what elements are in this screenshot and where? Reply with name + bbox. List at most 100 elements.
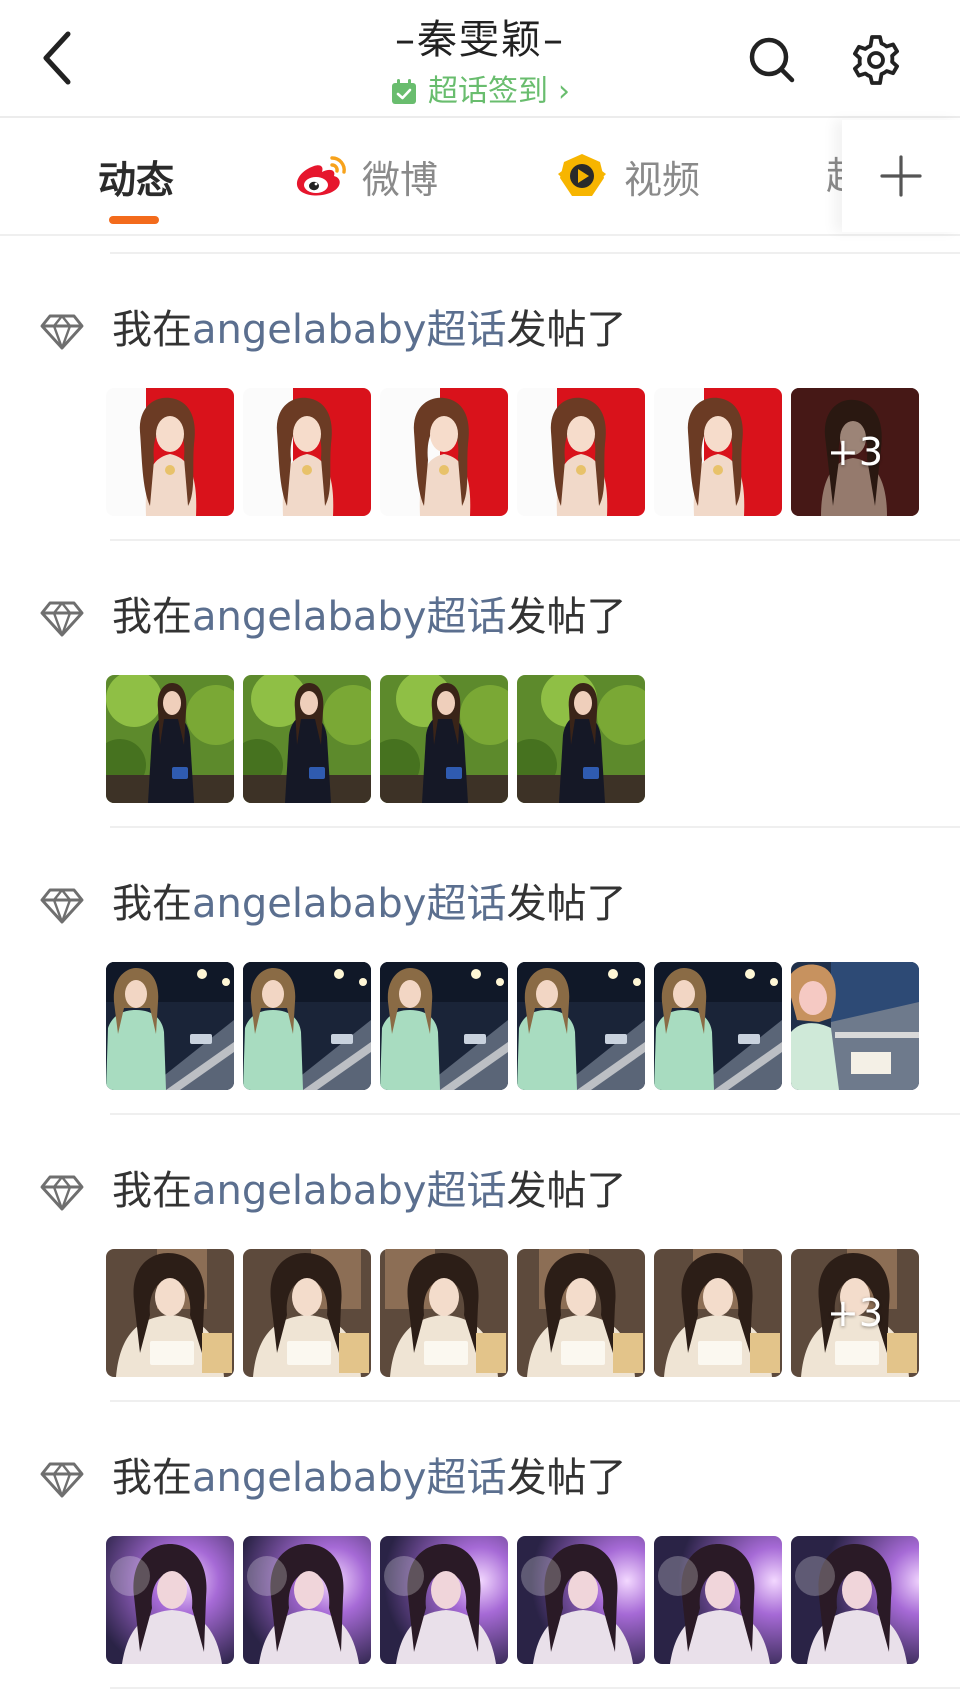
photo-thumbnail[interactable]: +3 bbox=[791, 1249, 919, 1377]
post-text: 我在angelababy超话发帖了 bbox=[112, 1448, 626, 1508]
plus-icon bbox=[880, 155, 922, 197]
photo-thumbnail[interactable] bbox=[517, 1249, 645, 1377]
post-text-prefix: 我在 bbox=[112, 594, 192, 640]
page-title: –秦雯颖– bbox=[395, 17, 565, 63]
post-text-suffix: 发帖了 bbox=[506, 881, 627, 927]
photo-thumbnail[interactable] bbox=[243, 962, 371, 1090]
supertopic-link[interactable]: angelababy超话 bbox=[192, 1455, 506, 1501]
photo-thumbnail[interactable] bbox=[517, 388, 645, 516]
supertopic-link[interactable]: angelababy超话 bbox=[192, 307, 506, 353]
feed-post[interactable]: 我在angelababy超话发帖了 bbox=[0, 541, 960, 828]
supertopic-link[interactable]: angelababy超话 bbox=[192, 1168, 506, 1214]
photo-image bbox=[106, 388, 234, 516]
photo-image bbox=[243, 1249, 371, 1377]
tab-label: 视频 bbox=[624, 157, 701, 202]
add-tab-button[interactable] bbox=[842, 120, 960, 232]
photo-thumbnail[interactable] bbox=[654, 1249, 782, 1377]
photo-image bbox=[106, 675, 234, 803]
post-text-suffix: 发帖了 bbox=[506, 1455, 627, 1501]
post-text-prefix: 我在 bbox=[112, 881, 192, 927]
photo-thumbnail[interactable] bbox=[654, 1536, 782, 1664]
diamond-icon bbox=[40, 888, 84, 924]
photo-thumbnail[interactable] bbox=[243, 1249, 371, 1377]
photo-image bbox=[654, 962, 782, 1090]
photo-image bbox=[654, 1536, 782, 1664]
photo-thumbnail[interactable]: +3 bbox=[791, 388, 919, 516]
photo-thumbnail[interactable] bbox=[791, 962, 919, 1090]
photo-thumbnail[interactable] bbox=[106, 1536, 234, 1664]
photo-thumbnail[interactable] bbox=[106, 388, 234, 516]
chevron-left-icon bbox=[43, 31, 71, 85]
photo-image bbox=[380, 1536, 508, 1664]
photo-thumbnail[interactable] bbox=[106, 675, 234, 803]
photo-thumbnail[interactable] bbox=[380, 388, 508, 516]
title-block: –秦雯颖– 超话签到 › bbox=[300, 12, 660, 112]
back-button[interactable] bbox=[30, 26, 86, 90]
settings-button[interactable] bbox=[848, 28, 904, 92]
supertopic-link[interactable]: angelababy超话 bbox=[192, 594, 506, 640]
post-text: 我在angelababy超话发帖了 bbox=[112, 1161, 626, 1221]
active-tab-indicator bbox=[109, 216, 159, 224]
photo-image bbox=[380, 962, 508, 1090]
photo-image bbox=[380, 1249, 508, 1377]
tab-bar: 动态 微博 视频 超 bbox=[0, 120, 960, 236]
photo-image bbox=[517, 1249, 645, 1377]
post-text-suffix: 发帖了 bbox=[506, 307, 627, 353]
post-text-prefix: 我在 bbox=[112, 1168, 192, 1214]
photo-image bbox=[517, 388, 645, 516]
photo-image bbox=[243, 675, 371, 803]
checkin-link[interactable]: 超话签到 › bbox=[390, 72, 570, 112]
post-text-suffix: 发帖了 bbox=[506, 1168, 627, 1214]
diamond-icon bbox=[40, 1462, 84, 1498]
diamond-icon bbox=[40, 314, 84, 350]
video-play-badge-icon bbox=[558, 154, 606, 196]
photo-image bbox=[517, 675, 645, 803]
photo-image bbox=[380, 675, 508, 803]
photo-thumbnail[interactable] bbox=[380, 962, 508, 1090]
photo-thumbnail[interactable] bbox=[380, 675, 508, 803]
photo-image bbox=[106, 1249, 234, 1377]
search-button[interactable] bbox=[744, 28, 800, 92]
photo-thumbnail[interactable] bbox=[106, 962, 234, 1090]
photo-thumbnail[interactable] bbox=[243, 1536, 371, 1664]
photo-thumbnail[interactable] bbox=[106, 1249, 234, 1377]
photo-thumbnail[interactable] bbox=[380, 1249, 508, 1377]
divider bbox=[110, 1687, 960, 1689]
top-nav-bar: –秦雯颖– 超话签到 › bbox=[0, 0, 960, 118]
diamond-icon bbox=[40, 1175, 84, 1211]
feed-post[interactable]: 我在angelababy超话发帖了 bbox=[0, 254, 960, 541]
photo-image bbox=[654, 1249, 782, 1377]
photo-image bbox=[243, 388, 371, 516]
feed-post[interactable]: 我在angelababy超话发帖了 bbox=[0, 1115, 960, 1402]
chevron-right-icon: › bbox=[558, 74, 570, 109]
photo-thumbnail[interactable] bbox=[654, 388, 782, 516]
tab-label: 动态 bbox=[98, 157, 175, 202]
photo-image bbox=[106, 962, 234, 1090]
photo-thumbnail[interactable] bbox=[380, 1536, 508, 1664]
photo-thumbnail[interactable] bbox=[243, 388, 371, 516]
supertopic-link[interactable]: angelababy超话 bbox=[192, 881, 506, 927]
weibo-logo-icon bbox=[296, 156, 346, 196]
diamond-icon bbox=[40, 601, 84, 637]
photo-image bbox=[380, 388, 508, 516]
feed-post[interactable]: 我在angelababy超话发帖了 bbox=[0, 828, 960, 1115]
checkin-label: 超话签到 bbox=[428, 74, 548, 109]
tab-weibo[interactable]: 微博 bbox=[292, 120, 438, 232]
photo-image bbox=[243, 1536, 371, 1664]
photo-image bbox=[243, 962, 371, 1090]
feed-post[interactable]: 我在angelababy超话发帖了 bbox=[0, 1402, 960, 1689]
post-text: 我在angelababy超话发帖了 bbox=[112, 587, 626, 647]
photo-thumbnail[interactable] bbox=[243, 675, 371, 803]
tab-video[interactable]: 视频 bbox=[554, 120, 700, 232]
post-text-prefix: 我在 bbox=[112, 307, 192, 353]
photo-image bbox=[791, 962, 919, 1090]
post-text-suffix: 发帖了 bbox=[506, 594, 627, 640]
more-photos-count: +3 bbox=[826, 1291, 884, 1335]
photo-thumbnail[interactable] bbox=[517, 962, 645, 1090]
photo-thumbnail[interactable] bbox=[654, 962, 782, 1090]
photo-thumbnail[interactable] bbox=[517, 675, 645, 803]
photo-thumbnail[interactable] bbox=[791, 1536, 919, 1664]
photo-image bbox=[517, 962, 645, 1090]
tab-label: 微博 bbox=[362, 157, 439, 202]
photo-thumbnail[interactable] bbox=[517, 1536, 645, 1664]
